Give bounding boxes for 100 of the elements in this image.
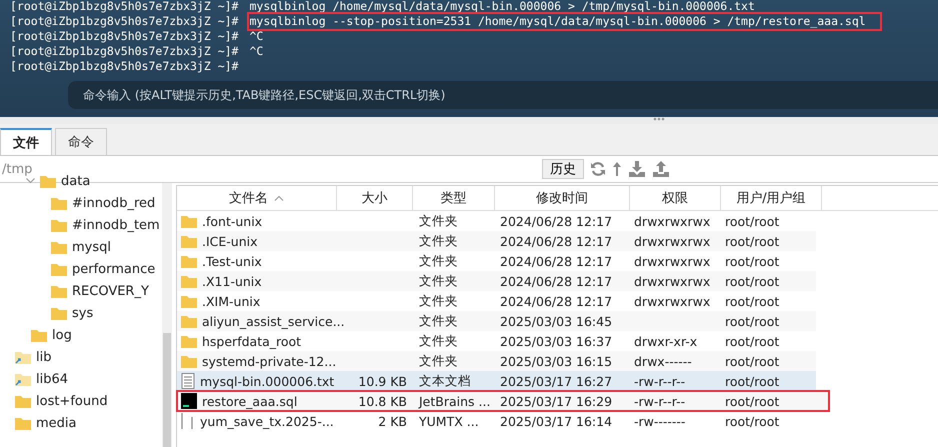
table-cell: 文件夹 — [419, 272, 458, 290]
tree-item[interactable]: sys — [72, 306, 94, 320]
column-header[interactable]: 大小 — [337, 186, 413, 210]
file-row[interactable]: .font-unix 文件夹 2024/06/28 12:17 drwxrwxrwx root/root — [177, 211, 816, 231]
command-input-field[interactable]: 命令输入 (按ALT键提示历史,TAB键路径,ESC键返回,双击CTRL切换) — [68, 81, 938, 109]
table-cell: .X11-unix — [202, 274, 262, 288]
table-cell: root/root — [725, 294, 780, 308]
folder-icon — [181, 294, 197, 308]
folder-shortcut-icon — [15, 372, 31, 386]
file-row[interactable]: hsperfdata_root 文件夹 2025/03/03 16:37 drwxr-xr-x root/root — [177, 331, 816, 351]
shell-command: ^C — [248, 43, 264, 60]
column-header[interactable]: 权限 — [630, 186, 721, 210]
path-field[interactable]: /tmp — [0, 162, 538, 176]
column-header[interactable]: 用户/用户组 — [721, 186, 822, 210]
table-cell: 文件夹 — [419, 212, 458, 230]
folder-icon — [15, 416, 31, 430]
table-cell: drwxrwxrwx — [634, 234, 710, 248]
table-cell: 2 KB — [378, 414, 407, 428]
folder-icon — [51, 240, 67, 254]
tree-item[interactable]: mysql — [72, 240, 111, 254]
upload-icon[interactable] — [652, 161, 670, 177]
table-cell: drwxr-xr-x — [634, 334, 698, 348]
download-icon[interactable] — [628, 161, 646, 177]
table-cell: YUMTX ... — [419, 414, 479, 428]
up-arrow-icon[interactable] — [612, 161, 622, 177]
folder-icon — [181, 314, 197, 328]
file-row[interactable]: .ICE-unix 文件夹 2024/06/28 12:17 drwxrwxrwx root/root — [177, 231, 816, 251]
table-cell: 2024/06/28 12:17 — [500, 294, 612, 308]
table-cell: 2025/03/03 16:37 — [500, 334, 612, 348]
tree-item[interactable]: lost+found — [36, 394, 108, 408]
folder-icon — [51, 196, 67, 210]
tree-item[interactable]: data — [61, 174, 90, 188]
tree-item[interactable]: lib64 — [36, 372, 68, 386]
text-file-icon — [181, 373, 195, 389]
tab[interactable]: 文件 — [0, 128, 52, 155]
app-file-icon — [181, 393, 197, 409]
tab[interactable]: 命令 — [55, 128, 107, 155]
table-cell: hsperfdata_root — [202, 334, 302, 348]
folder-icon — [40, 174, 56, 188]
scrollbar[interactable] — [162, 183, 172, 447]
folder-icon — [181, 354, 197, 368]
table-cell: drwxrwxrwx — [634, 254, 710, 268]
tree-item[interactable]: #innodb_red — [72, 196, 156, 210]
refresh-icon[interactable] — [590, 161, 606, 177]
column-header[interactable]: 修改时间 — [495, 186, 630, 210]
file-row[interactable]: aliyun_assist_service... 文件夹 2025/03/03 16:45 root/root — [177, 311, 816, 331]
table-cell: root/root — [725, 274, 780, 288]
table-cell: root/root — [725, 314, 780, 328]
table-cell: 2025/03/17 16:29 — [500, 394, 612, 408]
tree-item[interactable]: performance — [72, 262, 156, 276]
table-cell: aliyun_assist_service... — [202, 314, 345, 328]
file-row[interactable]: mysql-bin.000006.txt 10.9 KB 文本文档 2025/03/17 16:27 -rw-r--r-- root/root — [177, 371, 816, 391]
tree-item[interactable]: RECOVER_Y — [72, 284, 149, 298]
table-cell: -rw------- — [634, 414, 686, 428]
table-cell: restore_aaa.sql — [202, 394, 298, 408]
table-cell: root/root — [725, 234, 780, 248]
column-header[interactable]: 类型 — [413, 186, 495, 210]
folder-icon — [51, 306, 67, 320]
file-row[interactable]: restore_aaa.sql 10.8 KB JetBrains ... 2025/03/17 16:29 -rw-r--r-- root/root — [177, 391, 829, 411]
tree-item[interactable]: lib — [36, 350, 52, 364]
shell-command: mysqlbinlog /home/mysql/data/mysql-bin.000006 > /tmp/mysql-bin.000006.txt — [248, 0, 756, 15]
history-button[interactable]: 历史 — [542, 159, 584, 179]
table-cell: mysql-bin.000006.txt — [200, 374, 334, 388]
tree-item[interactable]: media — [36, 416, 76, 430]
table-cell: 2024/06/28 12:17 — [500, 234, 612, 248]
folder-icon — [51, 218, 67, 232]
table-cell: .font-unix — [202, 214, 262, 228]
table-cell: root/root — [725, 354, 780, 368]
file-row[interactable]: .X11-unix 文件夹 2024/06/28 12:17 drwxrwxrwx root/root — [177, 271, 816, 291]
table-cell: 10.8 KB — [358, 394, 407, 408]
table-cell: 文件夹 — [419, 232, 458, 250]
chevron-down-icon[interactable] — [26, 178, 35, 184]
file-row[interactable]: yum_save_tx.2025-... 2 KB YUMTX ... 2025/03/17 16:14 -rw------- root/root — [177, 411, 816, 431]
shell-prompt: [root@iZbp1bzg8v5h0s7e7zbx3jZ ~]# — [9, 43, 240, 60]
column-header[interactable]: 文件名 — [177, 186, 337, 210]
table-cell: 文件夹 — [419, 352, 458, 370]
table-cell: 文件夹 — [419, 332, 458, 350]
table-cell: systemd-private-12... — [202, 354, 336, 368]
shell-prompt: [root@iZbp1bzg8v5h0s7e7zbx3jZ ~]# — [9, 58, 240, 75]
table-cell: yum_save_tx.2025-... — [200, 414, 334, 428]
folder-icon — [181, 334, 197, 348]
table-cell: 2025/03/17 16:14 — [500, 414, 612, 428]
drag-handle-icon[interactable] — [653, 117, 665, 121]
folder-icon — [51, 284, 67, 298]
table-cell: drwx------ — [634, 354, 692, 368]
folder-icon — [181, 274, 197, 288]
table-cell: -rw-r--r-- — [634, 374, 686, 388]
table-cell: 2025/03/03 16:45 — [500, 314, 612, 328]
folder-icon — [181, 254, 197, 268]
file-row[interactable]: .XIM-unix 文件夹 2024/06/28 12:17 drwxrwxrwx root/root — [177, 291, 816, 311]
sort-ascending-icon — [274, 195, 284, 201]
shell-prompt: [root@iZbp1bzg8v5h0s7e7zbx3jZ ~]# — [9, 0, 240, 15]
table-cell: root/root — [725, 254, 780, 268]
table-cell: drwxrwxrwx — [634, 214, 710, 228]
file-row[interactable]: .Test-unix 文件夹 2024/06/28 12:17 drwxrwxrwx root/root — [177, 251, 816, 271]
tree-item[interactable]: #innodb_tem — [72, 218, 160, 232]
file-row[interactable]: systemd-private-12... 文件夹 2025/03/03 16:15 drwx------ root/root — [177, 351, 816, 371]
table-cell: .Test-unix — [202, 254, 262, 268]
table-cell: root/root — [725, 414, 780, 428]
tree-item[interactable]: log — [52, 328, 72, 342]
